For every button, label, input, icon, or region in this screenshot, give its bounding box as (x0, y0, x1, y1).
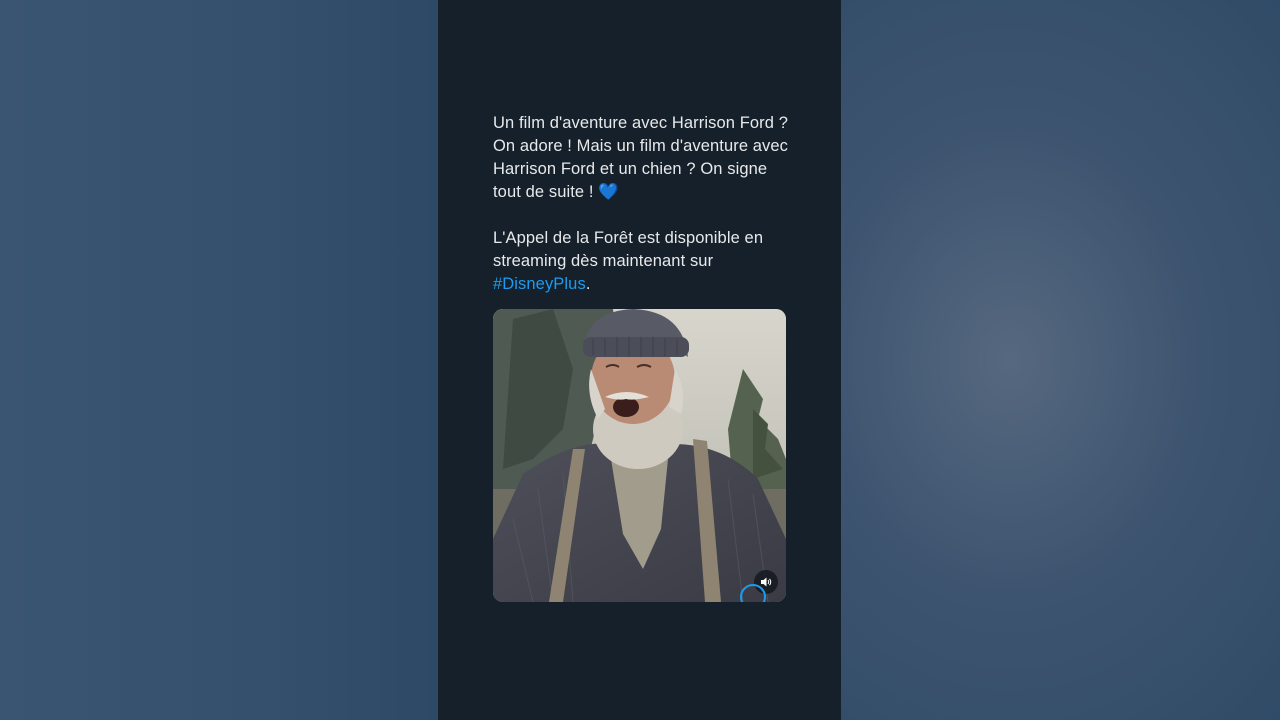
video-still-image (493, 309, 786, 602)
blurred-background-left (0, 0, 438, 720)
tweet-paragraph-2-end: . (585, 275, 591, 293)
speaker-icon (761, 577, 772, 587)
tweet-paragraph-1: Un film d'aventure avec Harrison Ford ? … (493, 112, 793, 204)
blue-heart-icon: 💙 (598, 183, 619, 201)
video-player[interactable] (493, 309, 786, 602)
tweet-text: Un film d'aventure avec Harrison Ford ? … (493, 112, 793, 296)
tweet-paragraph-1-text: Un film d'aventure avec Harrison Ford ? … (493, 114, 789, 201)
tweet-panel: Un film d'aventure avec Harrison Ford ? … (438, 0, 841, 720)
video-frame: Un film d'aventure avec Harrison Ford ? … (0, 0, 1280, 720)
tweet-paragraph-2-text: L'Appel de la Forêt est disponible en st… (493, 229, 764, 270)
hashtag-link[interactable]: #DisneyPlus (493, 275, 586, 293)
tweet-paragraph-2: L'Appel de la Forêt est disponible en st… (493, 227, 793, 296)
